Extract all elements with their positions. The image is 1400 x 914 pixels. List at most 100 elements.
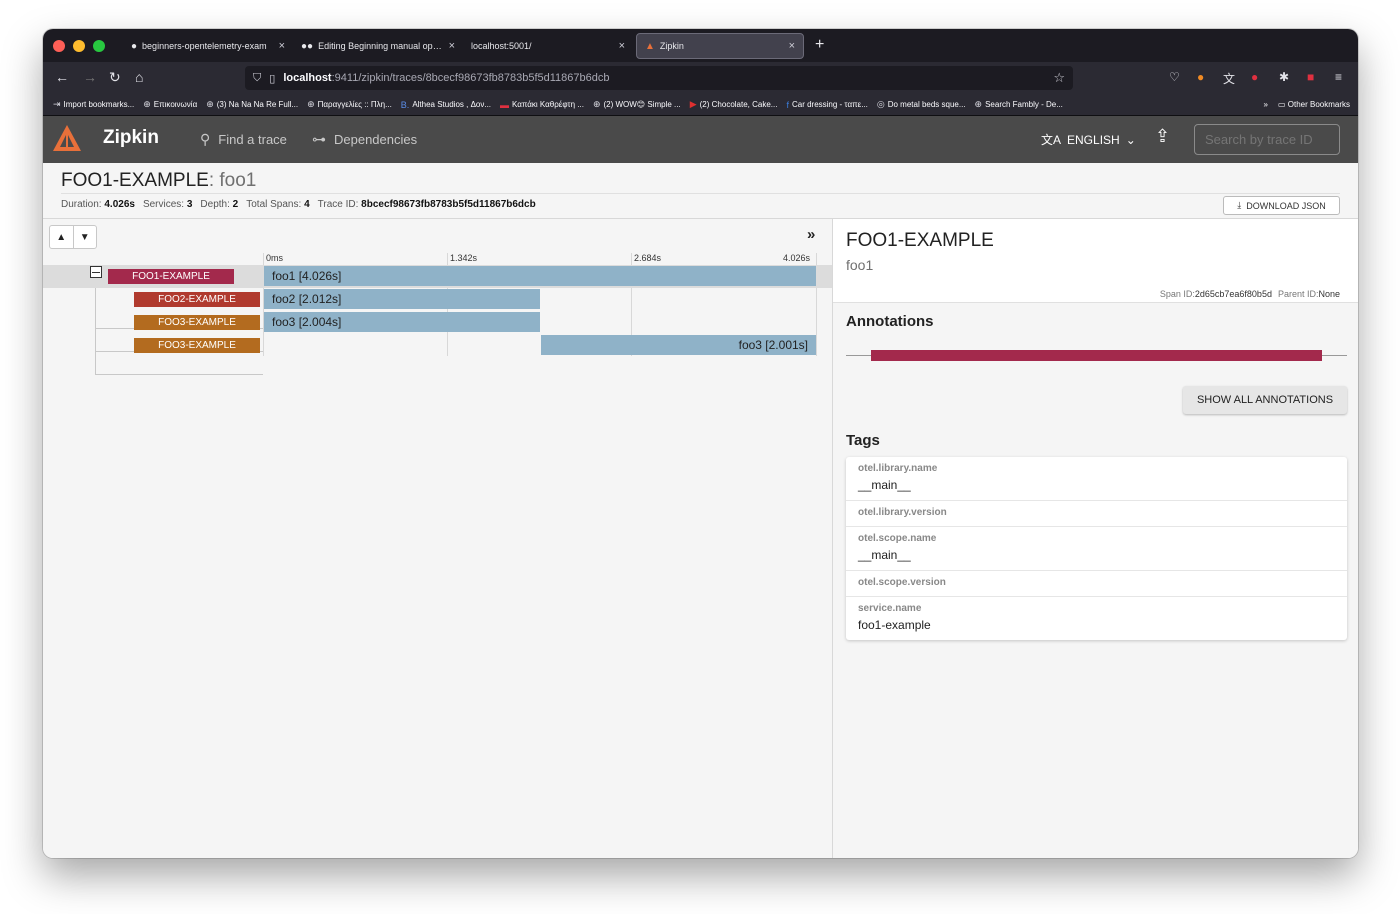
tags-title: Tags (846, 432, 880, 449)
tab-zipkin[interactable]: ▲ Zipkin × (636, 33, 804, 59)
download-json-button[interactable]: ⤓ DOWNLOAD JSON (1223, 196, 1340, 215)
chevron-up-icon[interactable]: ▲ (50, 226, 74, 248)
tag-row: otel.library.name __main__ (846, 457, 1347, 501)
service-badge: FOO3-EXAMPLE (134, 338, 260, 353)
bookmark-item[interactable]: ⊕ Επικοινωνία (143, 99, 197, 110)
close-icon[interactable]: × (789, 40, 795, 52)
trace-stats: Duration: 4.026s Services: 3 Depth: 2 To… (61, 199, 536, 210)
tab-github[interactable]: ● beginners-opentelemetry-exam × (123, 33, 293, 59)
new-tab-button[interactable]: + (815, 36, 824, 54)
globe-icon: ⊕ (592, 99, 601, 109)
shield-icon: ⛉ (253, 71, 262, 84)
tags-list: otel.library.name __main__ otel.library.… (846, 457, 1347, 640)
span-bar[interactable]: foo2 [2.012s] (264, 289, 540, 309)
menu-icon[interactable]: ≡ (1335, 70, 1342, 84)
bookmark-item[interactable]: ▬ Καπάκι Καθρέφτη ... (500, 100, 584, 110)
dependencies-icon: ⊶ (312, 131, 326, 147)
service-badge: FOO2-EXAMPLE (134, 292, 260, 307)
chevron-right-icon[interactable]: » (1264, 100, 1268, 109)
close-window-button[interactable] (53, 39, 65, 52)
bookmark-item[interactable]: B. Althea Studios , Δον... (401, 100, 491, 110)
address-bar[interactable]: ⛉ ▯ localhost :9411/zipkin/traces/8bcecf… (245, 66, 1073, 90)
window-controls (53, 39, 123, 52)
bookmark-item[interactable]: ⊕ Παραγγελίες :: Πλη... (307, 99, 392, 110)
extensions-icon[interactable]: ✱ (1279, 70, 1289, 84)
globe-icon: ⊕ (143, 99, 151, 109)
bookmarks-bar: ⇥ Import bookmarks... ⊕ Επικοινωνία ⊕ (3) N… (43, 94, 1358, 116)
divider (61, 193, 1340, 194)
language-selector[interactable]: 文A ENGLISH ⌄ (1041, 131, 1136, 148)
pocket-icon[interactable]: ♡ (1169, 70, 1180, 84)
bookmark-item[interactable]: ◎ Do metal beds sque... (877, 99, 966, 110)
zipkin-icon: ▲ (645, 40, 655, 52)
booking-icon: B. (400, 99, 410, 110)
span-bar[interactable]: foo3 [2.001s] (541, 335, 816, 355)
span-detail-pane: FOO1-EXAMPLE foo1 Span ID:2d65cb7ea6f80b… (832, 219, 1358, 858)
close-icon[interactable]: × (279, 40, 285, 52)
translate-icon[interactable]: 文 (1223, 70, 1235, 87)
span-row[interactable]: FOO1-EXAMPLE foo1 [4.026s] (43, 265, 832, 288)
span-row[interactable]: FOO2-EXAMPLE foo2 [2.012s] (43, 288, 832, 311)
tick-label: 4.026s (783, 253, 811, 263)
detail-service-name: FOO1-EXAMPLE (846, 230, 994, 251)
show-all-annotations-button[interactable]: SHOW ALL ANNOTATIONS (1183, 386, 1347, 414)
bookmark-item[interactable]: ⇥ Import bookmarks... (53, 99, 134, 110)
shop-icon: ▬ (500, 99, 510, 110)
span-bar[interactable]: foo1 [4.026s] (264, 266, 816, 286)
expand-panel-icon[interactable]: » (807, 226, 815, 243)
bookmark-item[interactable]: f Car dressing - ταπε... (786, 100, 867, 110)
collapse-toggle-icon[interactable] (90, 266, 102, 278)
nav-dependencies[interactable]: ⊶ Dependencies (312, 131, 417, 148)
globe-icon: ⊕ (206, 99, 214, 109)
tag-row: otel.scope.version (846, 571, 1347, 597)
home-icon[interactable]: ⌂ (135, 69, 143, 85)
close-icon[interactable]: × (449, 40, 455, 52)
chevron-down-icon[interactable]: ▼ (74, 226, 97, 248)
collapse-controls: ▲ ▼ (49, 225, 97, 249)
tick-label: 1.342s (450, 253, 478, 263)
annotation-bar[interactable] (871, 350, 1322, 361)
zipkin-brand[interactable]: Zipkin (103, 127, 159, 149)
bookmark-item[interactable]: ⊕ (3) Na Na Na Re Full... (206, 99, 298, 110)
firefox-account-icon[interactable]: ● (1197, 70, 1204, 84)
span-row[interactable]: FOO3-EXAMPLE foo3 [2.004s] (43, 311, 832, 334)
site-icon: ◎ (876, 99, 885, 109)
zipkin-logo-icon[interactable] (51, 123, 83, 155)
youtube-icon: ▶ (689, 99, 697, 109)
navigation-bar: ← → ↻ ⌂ ⛉ ▯ localhost :9411/zipkin/trace… (43, 62, 1358, 94)
bookmark-item[interactable]: ⊕ Search Fambly - De... (975, 99, 1063, 110)
span-ids: Span ID:2d65cb7ea6f80b5d Parent ID:None (1159, 289, 1340, 299)
other-bookmarks[interactable]: ▭ Other Bookmarks (1278, 100, 1350, 109)
download-icon: ⤓ (1237, 200, 1242, 210)
tick-label: 0ms (266, 253, 284, 263)
close-icon[interactable]: × (619, 40, 625, 52)
tag-row: otel.scope.name __main__ (846, 527, 1347, 571)
minimize-window-button[interactable] (73, 39, 85, 52)
tab-medium[interactable]: ●● Editing Beginning manual open × (293, 33, 463, 59)
globe-icon: ⊕ (974, 99, 983, 109)
github-icon: ● (131, 40, 138, 52)
maximize-window-button[interactable] (93, 39, 105, 52)
tab-localhost[interactable]: localhost:5001/ × (463, 33, 633, 59)
import-icon: ⇥ (53, 99, 61, 109)
translate-icon: 文A (1041, 133, 1062, 147)
addon-icon[interactable]: ■ (1307, 70, 1314, 84)
tag-row: service.name foo1-example (858, 603, 931, 632)
ublock-icon[interactable]: ● (1251, 70, 1258, 84)
span-row[interactable]: FOO3-EXAMPLE foo3 [2.001s] (43, 334, 832, 357)
upload-icon[interactable]: ⇪ (1155, 126, 1170, 147)
bookmark-star-icon[interactable]: ☆ (1053, 70, 1065, 86)
bookmark-item[interactable]: ▶ (2) Chocolate, Cake... (690, 99, 778, 110)
zipkin-header: Zipkin ⚲ Find a trace ⊶ Dependencies 文A … (43, 116, 1358, 163)
globe-icon: ⊕ (307, 99, 315, 109)
span-bar[interactable]: foo3 [2.004s] (264, 312, 540, 332)
forward-icon[interactable]: → (83, 69, 97, 85)
detail-span-name: foo1 (846, 257, 874, 273)
bookmark-item[interactable]: ⊕ (2) WOW😊 Simple ... (593, 99, 681, 110)
trace-id-search-input[interactable] (1194, 124, 1340, 155)
reload-icon[interactable]: ↻ (109, 69, 121, 86)
back-icon[interactable]: ← (55, 69, 69, 85)
nav-find-trace[interactable]: ⚲ Find a trace (200, 131, 287, 148)
page-icon: ▯ (269, 72, 276, 85)
tag-row: otel.library.version (846, 501, 1347, 527)
